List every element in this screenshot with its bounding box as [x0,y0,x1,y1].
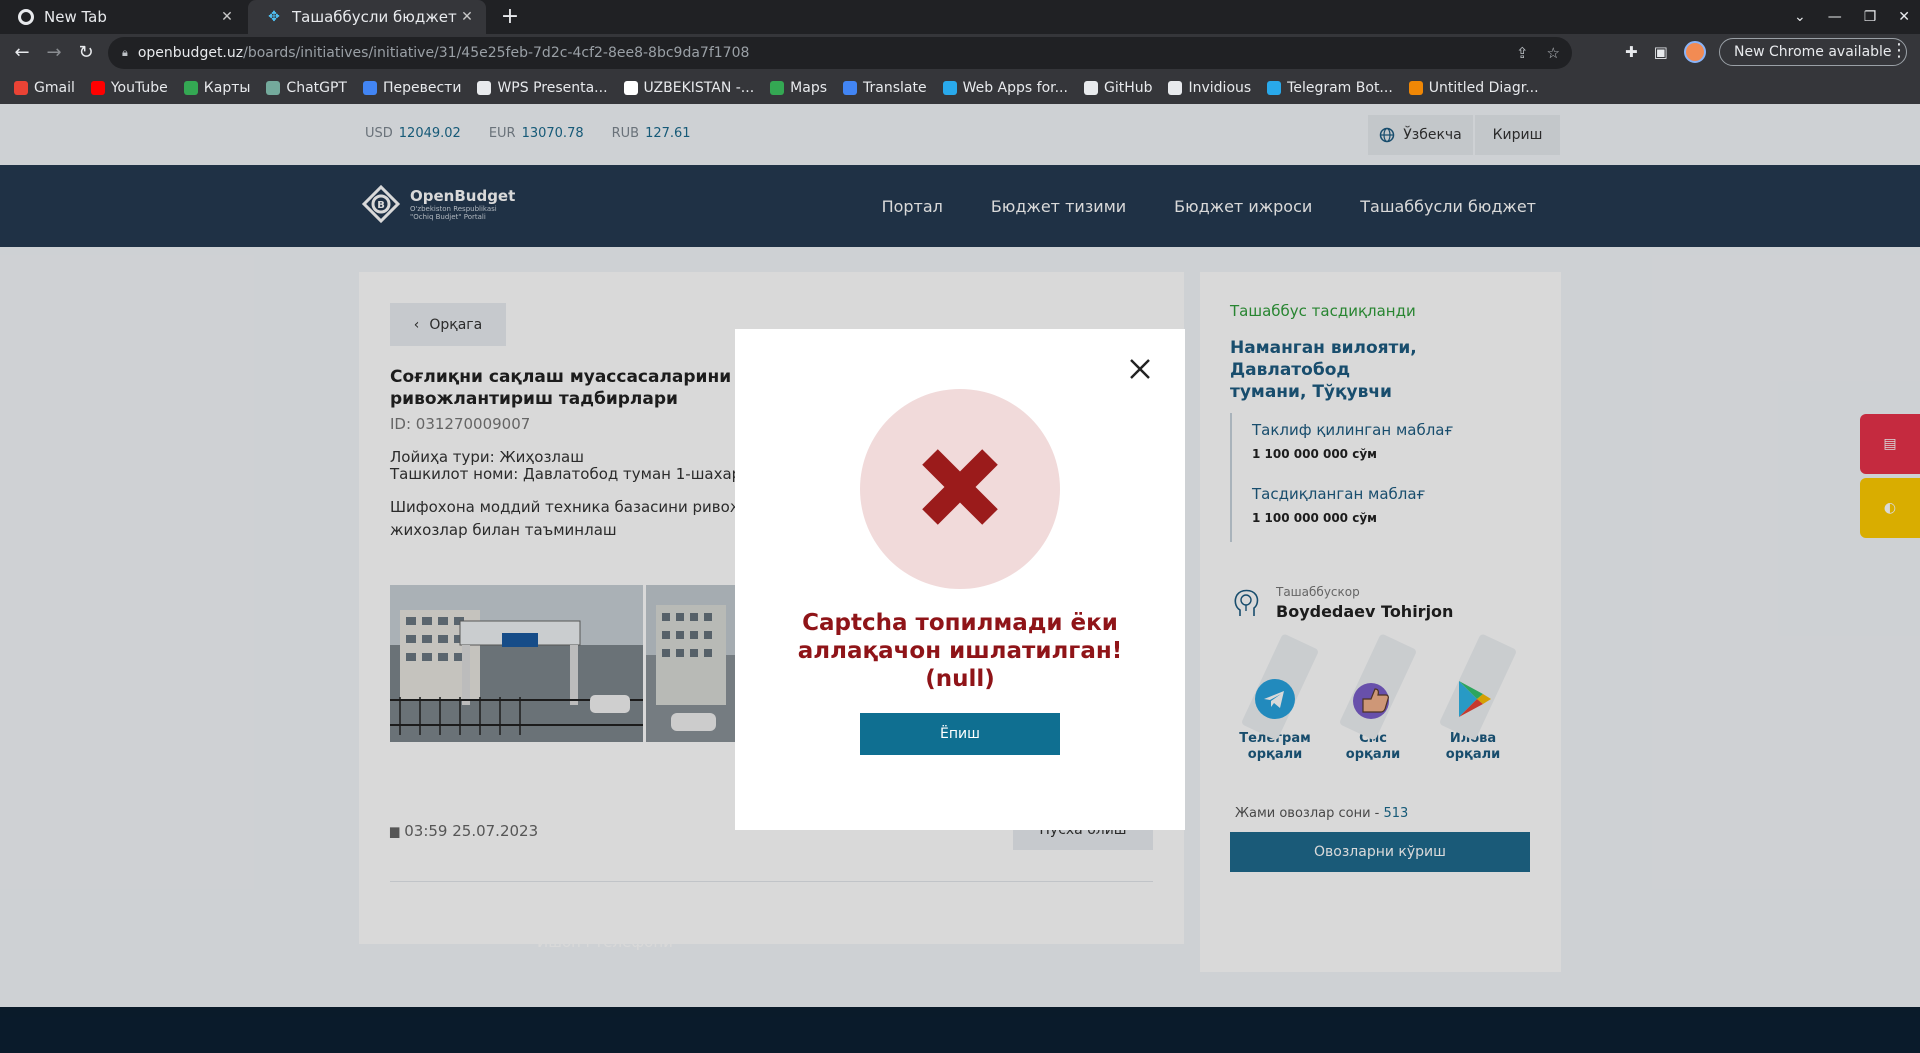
bookmark-item[interactable]: Invidious [1168,80,1251,96]
back-arrow-icon[interactable]: ← [10,41,34,65]
bookmark-item[interactable]: Карты [183,80,251,96]
bookmark-item[interactable]: UZBEKISTAN -... [623,80,755,96]
bookmark-label: GitHub [1103,80,1153,96]
tab-title: New Tab [44,8,107,26]
bookmark-label: YouTube [110,80,168,96]
reload-icon[interactable]: ↻ [74,41,98,65]
bookmark-favicon-icon [1408,81,1423,95]
close-icon[interactable] [1125,354,1155,384]
bookmark-label: WPS Presenta... [497,80,608,96]
bookmark-label: UZBEKISTAN -... [643,80,755,96]
bookmark-item[interactable]: Telegram Bot... [1267,80,1393,96]
bookmark-label: Untitled Diagr... [1428,80,1539,96]
tab-search-icon[interactable]: ⌄ [1794,9,1806,25]
bookmark-star-icon[interactable]: ☆ [1547,44,1560,62]
new-tab-button[interactable]: + [497,4,523,30]
bookmarks-bar: Gmail YouTube Карты ChatGPT Перевести WPS Pre… [0,72,1920,104]
bookmark-favicon-icon [623,81,638,95]
bookmark-label: Карты [203,80,251,96]
bookmark-label: Перевести [382,80,462,96]
extensions-icon[interactable]: ✚ [1625,43,1638,61]
bookmark-favicon-icon [183,81,198,95]
bookmark-item[interactable]: YouTube [90,80,168,96]
bookmark-label: Invidious [1188,80,1252,96]
bookmark-favicon-icon [942,81,957,95]
bookmark-item[interactable]: WPS Presenta... [477,80,608,96]
error-modal: Captcha топилмади ёки аллақачон ишлатилг… [735,329,1185,830]
bookmark-item[interactable]: Перевести [362,80,462,96]
bookmark-favicon-icon [843,81,857,95]
bookmark-favicon-icon [90,81,105,95]
tab-new-tab[interactable]: New Tab ✕ [0,0,246,34]
share-icon[interactable]: ⇪ [1516,44,1529,62]
error-circle [860,389,1060,589]
bookmark-item[interactable]: ChatGPT [266,80,347,96]
bookmark-label: ChatGPT [286,80,347,96]
url-path: /boards/initiatives/initiative/31/45e25f… [243,45,750,61]
bookmark-favicon-icon [1267,81,1282,95]
browser-tabstrip: New Tab ✕ ✥ Ташаббусли бюджет ✕ + ⌄ — ❐ … [0,0,1920,34]
bookmark-favicon-icon [477,81,492,95]
bookmark-item[interactable]: Maps [770,80,827,96]
bookmark-favicon-icon [362,81,377,95]
minimize-icon[interactable]: — [1828,9,1842,25]
bookmark-item[interactable]: Gmail [14,80,75,96]
bookmark-favicon-icon [770,81,785,95]
close-window-icon[interactable]: ✕ [1898,9,1910,25]
forward-arrow-icon[interactable]: → [42,41,66,65]
address-bar[interactable]: 🔒︎ openbudget.uz/boards/initiatives/init… [108,37,1572,69]
bookmark-favicon-icon [1168,81,1183,95]
chrome-icon [18,9,34,25]
bookmark-label: Maps [790,80,827,96]
bookmark-favicon-icon [266,81,281,95]
window-controls: ⌄ — ❐ ✕ [1794,0,1910,34]
profile-avatar[interactable] [1683,41,1706,63]
bookmark-label: Translate [863,80,927,96]
close-tab-icon[interactable]: ✕ [218,9,236,25]
bookmark-label: Telegram Bot... [1287,80,1393,96]
tab-openbudget[interactable]: ✥ Ташаббусли бюджет ✕ [248,0,486,34]
bookmark-item[interactable]: Web Apps for... [942,80,1068,96]
side-panel-icon[interactable]: ▣ [1654,43,1668,61]
close-tab-icon[interactable]: ✕ [458,9,476,25]
site-favicon-icon: ✥ [268,9,280,25]
bookmark-favicon-icon [14,81,28,95]
close-modal-button[interactable]: Ёпиш [860,713,1060,755]
bookmark-favicon-icon [1083,81,1098,95]
menu-dots-icon[interactable]: ⋮ [1890,40,1908,61]
bookmark-item[interactable]: Untitled Diagr... [1408,80,1539,96]
bookmark-label: Gmail [34,80,75,96]
maximize-icon[interactable]: ❐ [1864,9,1877,25]
bookmark-item[interactable]: Translate [843,80,927,96]
bookmark-label: Web Apps for... [962,80,1068,96]
tab-title: Ташаббусли бюджет [292,8,457,26]
error-message: Captcha топилмади ёки аллақачон ишлатилг… [797,610,1123,692]
lock-icon: 🔒︎ [122,46,128,59]
bookmark-item[interactable]: GitHub [1083,80,1153,96]
error-x-icon [922,449,998,525]
update-chrome-button[interactable]: New Chrome available [1719,38,1907,66]
url-host: openbudget.uz [137,45,244,61]
browser-toolbar: ← → ↻ 🔒︎ openbudget.uz/boards/initiative… [0,34,1920,72]
